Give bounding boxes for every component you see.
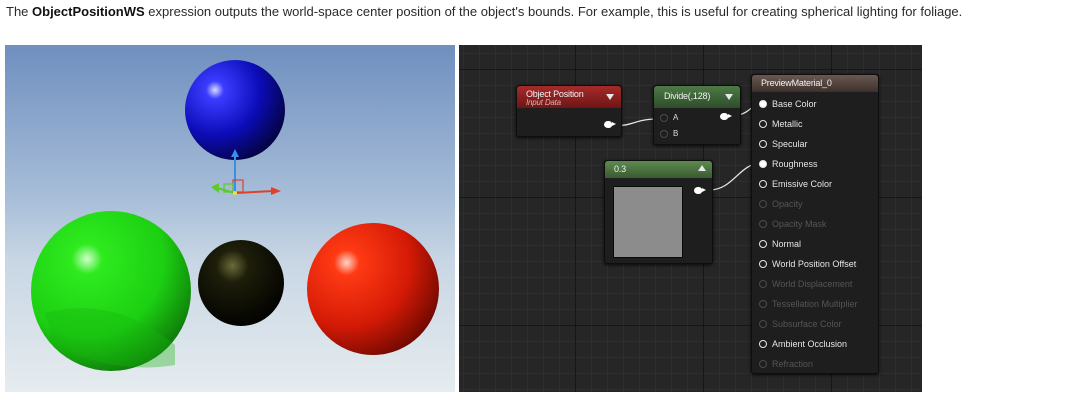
black-sphere — [198, 240, 284, 326]
divide-output-pin[interactable] — [720, 113, 732, 120]
preview-input-metallic[interactable]: Metallic — [759, 119, 803, 129]
viewport-render-image — [5, 45, 455, 392]
preview-input-emissive-color[interactable]: Emissive Color — [759, 179, 832, 189]
caption-term: ObjectPositionWS — [32, 4, 145, 19]
preview-input-opacity-mask[interactable]: Opacity Mask — [759, 219, 827, 229]
caption-prefix: The — [6, 4, 33, 19]
material-graph-image: Object Position Input Data Divide(,128) … — [459, 45, 922, 392]
preview-input-roughness[interactable]: Roughness — [759, 159, 818, 169]
constant-value: 0.3 — [614, 164, 626, 174]
divide-header: Divide(,128) — [654, 86, 740, 108]
collapse-arrow-icon[interactable] — [725, 94, 733, 100]
preview-input-ambient-occlusion[interactable]: Ambient Occlusion — [759, 339, 847, 349]
spheres-scene — [5, 45, 455, 392]
expand-arrow-icon[interactable] — [698, 165, 706, 171]
preview-input-normal[interactable]: Normal — [759, 239, 801, 249]
constant-color-swatch — [613, 186, 683, 258]
constant-output-pin[interactable] — [694, 187, 706, 194]
divide-title: Divide(,128) — [664, 91, 711, 101]
divide-input-b[interactable]: B — [660, 129, 678, 139]
divide-node[interactable]: Divide(,128) A B — [653, 85, 741, 145]
object-position-node[interactable]: Object Position Input Data — [516, 85, 622, 137]
collapse-arrow-icon[interactable] — [606, 94, 614, 100]
preview-input-specular[interactable]: Specular — [759, 139, 808, 149]
preview-input-refraction[interactable]: Refraction — [759, 359, 813, 369]
preview-material-node[interactable]: PreviewMaterial_0 Base Color Metallic Spec… — [751, 74, 879, 374]
caption-suffix: expression outputs the world-space cente… — [144, 4, 963, 19]
constant-node[interactable]: 0.3 — [604, 160, 713, 264]
preview-input-world-displacement[interactable]: World Displacement — [759, 279, 852, 289]
caption: The ObjectPositionWS expression outputs … — [6, 3, 962, 21]
preview-input-base-color[interactable]: Base Color — [759, 99, 817, 109]
divide-input-a[interactable]: A — [660, 113, 678, 123]
preview-input-opacity[interactable]: Opacity — [759, 199, 803, 209]
preview-input-tessellation-multiplier[interactable]: Tessellation Multiplier — [759, 299, 858, 309]
preview-input-subsurface-color[interactable]: Subsurface Color — [759, 319, 842, 329]
red-sphere — [307, 223, 439, 355]
object-position-header: Object Position Input Data — [517, 86, 621, 108]
preview-material-title: PreviewMaterial_0 — [761, 78, 832, 88]
preview-input-world-position-offset[interactable]: World Position Offset — [759, 259, 856, 269]
object-position-output-pin[interactable] — [604, 121, 616, 128]
preview-material-header: PreviewMaterial_0 — [752, 75, 878, 92]
blue-sphere — [185, 60, 285, 160]
constant-header: 0.3 — [605, 161, 712, 178]
